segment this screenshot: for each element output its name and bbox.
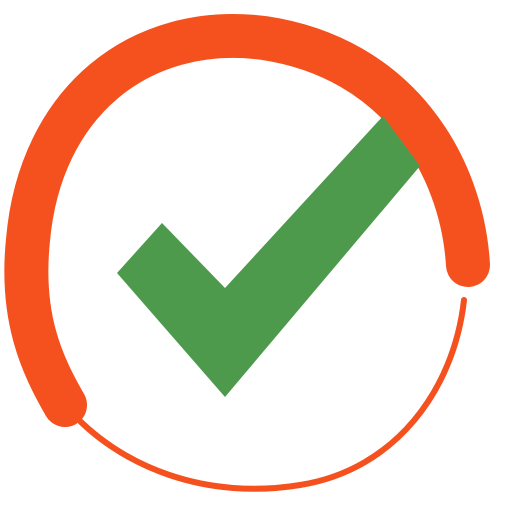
checkmark-icon [117, 116, 420, 397]
check-circle-svg [4, 14, 490, 492]
check-circle-progress-icon [0, 0, 512, 512]
